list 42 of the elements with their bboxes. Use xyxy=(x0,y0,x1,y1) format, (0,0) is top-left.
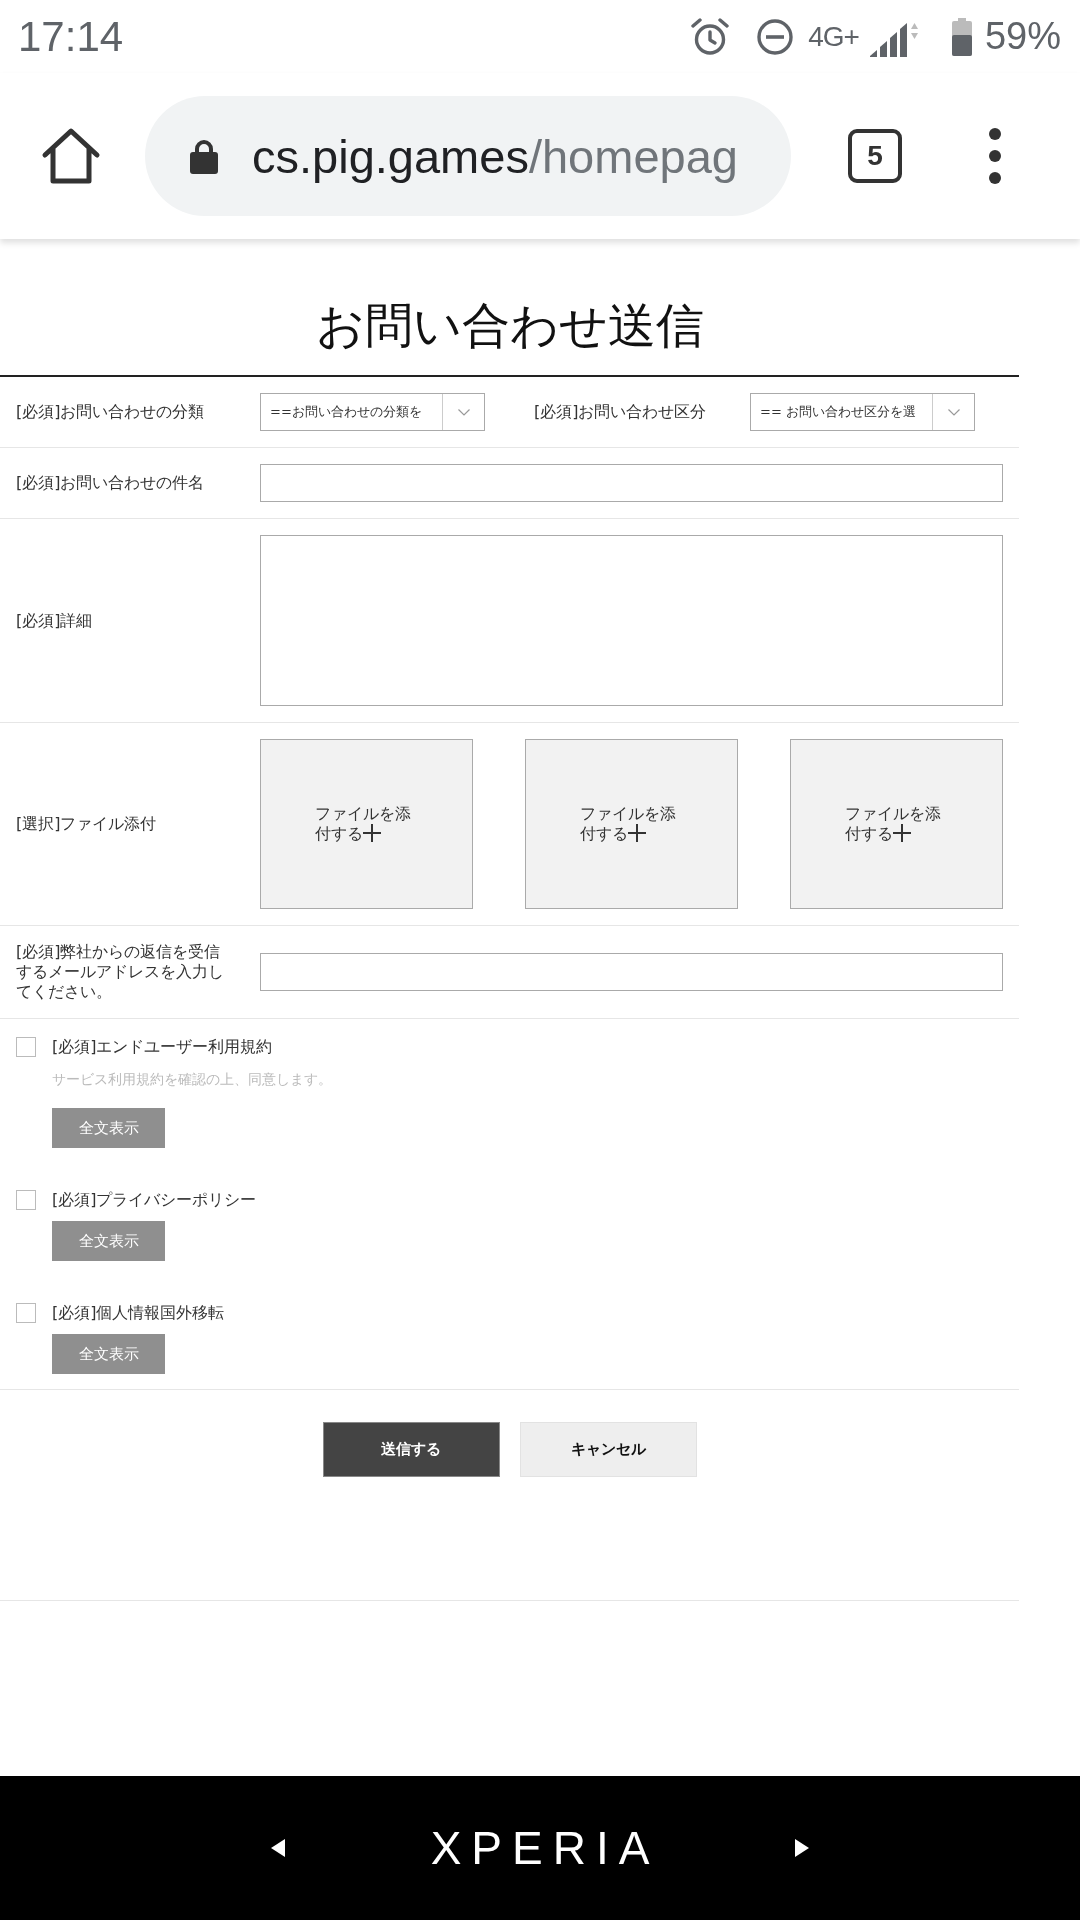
text-input-field[interactable] xyxy=(260,953,1003,991)
submit-button[interactable]: 送信する xyxy=(322,1422,500,1477)
right-triangle-icon[interactable] xyxy=(795,1839,810,1857)
menu-icon[interactable] xyxy=(989,128,1001,184)
checkbox[interactable] xyxy=(16,1190,36,1210)
dropdown-field[interactable]: == お問い合わせ区分を選 xyxy=(750,393,975,431)
field-label: [必須]お問い合わせの分類 xyxy=(16,402,206,422)
field-label: [必須]お問い合わせの件名 xyxy=(16,473,206,493)
field-label: [必須]詳細 xyxy=(16,610,94,631)
chevron-down-icon xyxy=(457,408,470,416)
field-label: [必須]お問い合わせ区分 xyxy=(534,402,708,422)
tab-switcher-button[interactable]: 5 xyxy=(848,129,902,183)
brand-logo-text: XPERIA xyxy=(429,1823,660,1873)
page-title: お問い合わせ送信 xyxy=(315,297,704,353)
file-attach-button[interactable]: ファイルを添付する xyxy=(790,739,1003,909)
cancel-button[interactable]: キャンセル xyxy=(519,1422,697,1477)
checkbox[interactable] xyxy=(16,1303,36,1323)
network-type: 4G+ xyxy=(808,20,859,53)
status-time: 17:14 xyxy=(18,12,124,61)
battery-icon xyxy=(951,17,972,56)
minus-circle-icon xyxy=(757,18,794,55)
agreement-label: [必須]エンドユーザー利用規約 xyxy=(52,1036,273,1058)
alarm-clock-icon xyxy=(691,17,730,56)
plus-icon xyxy=(892,824,911,842)
plus-icon xyxy=(362,824,381,842)
field-label: [必須]弊社からの返信を受信するメールアドレスを入力してください。 xyxy=(16,942,225,1002)
file-attach-button[interactable]: ファイルを添付する xyxy=(525,739,738,909)
address-bar[interactable]: cs.pig.games/homepag xyxy=(145,96,791,216)
lock-icon xyxy=(190,138,218,174)
field-label: [選択]ファイル添付 xyxy=(16,814,158,834)
agreement-label: [必須]プライバシーポリシー xyxy=(52,1189,257,1211)
plus-icon xyxy=(627,824,646,842)
text-area-field[interactable] xyxy=(260,535,1003,706)
file-attach-button[interactable]: ファイルを添付する xyxy=(260,739,473,909)
dropdown-field[interactable]: ==お問い合わせの分類を xyxy=(260,393,485,431)
home-icon[interactable] xyxy=(41,126,101,186)
text-input-field[interactable] xyxy=(260,464,1003,502)
left-triangle-icon[interactable] xyxy=(270,1839,285,1857)
agreement-label: [必須]個人情報国外移転 xyxy=(52,1302,225,1324)
chevron-down-icon xyxy=(947,408,960,416)
checkbox[interactable] xyxy=(16,1037,36,1057)
battery-percent: 59% xyxy=(984,15,1061,58)
